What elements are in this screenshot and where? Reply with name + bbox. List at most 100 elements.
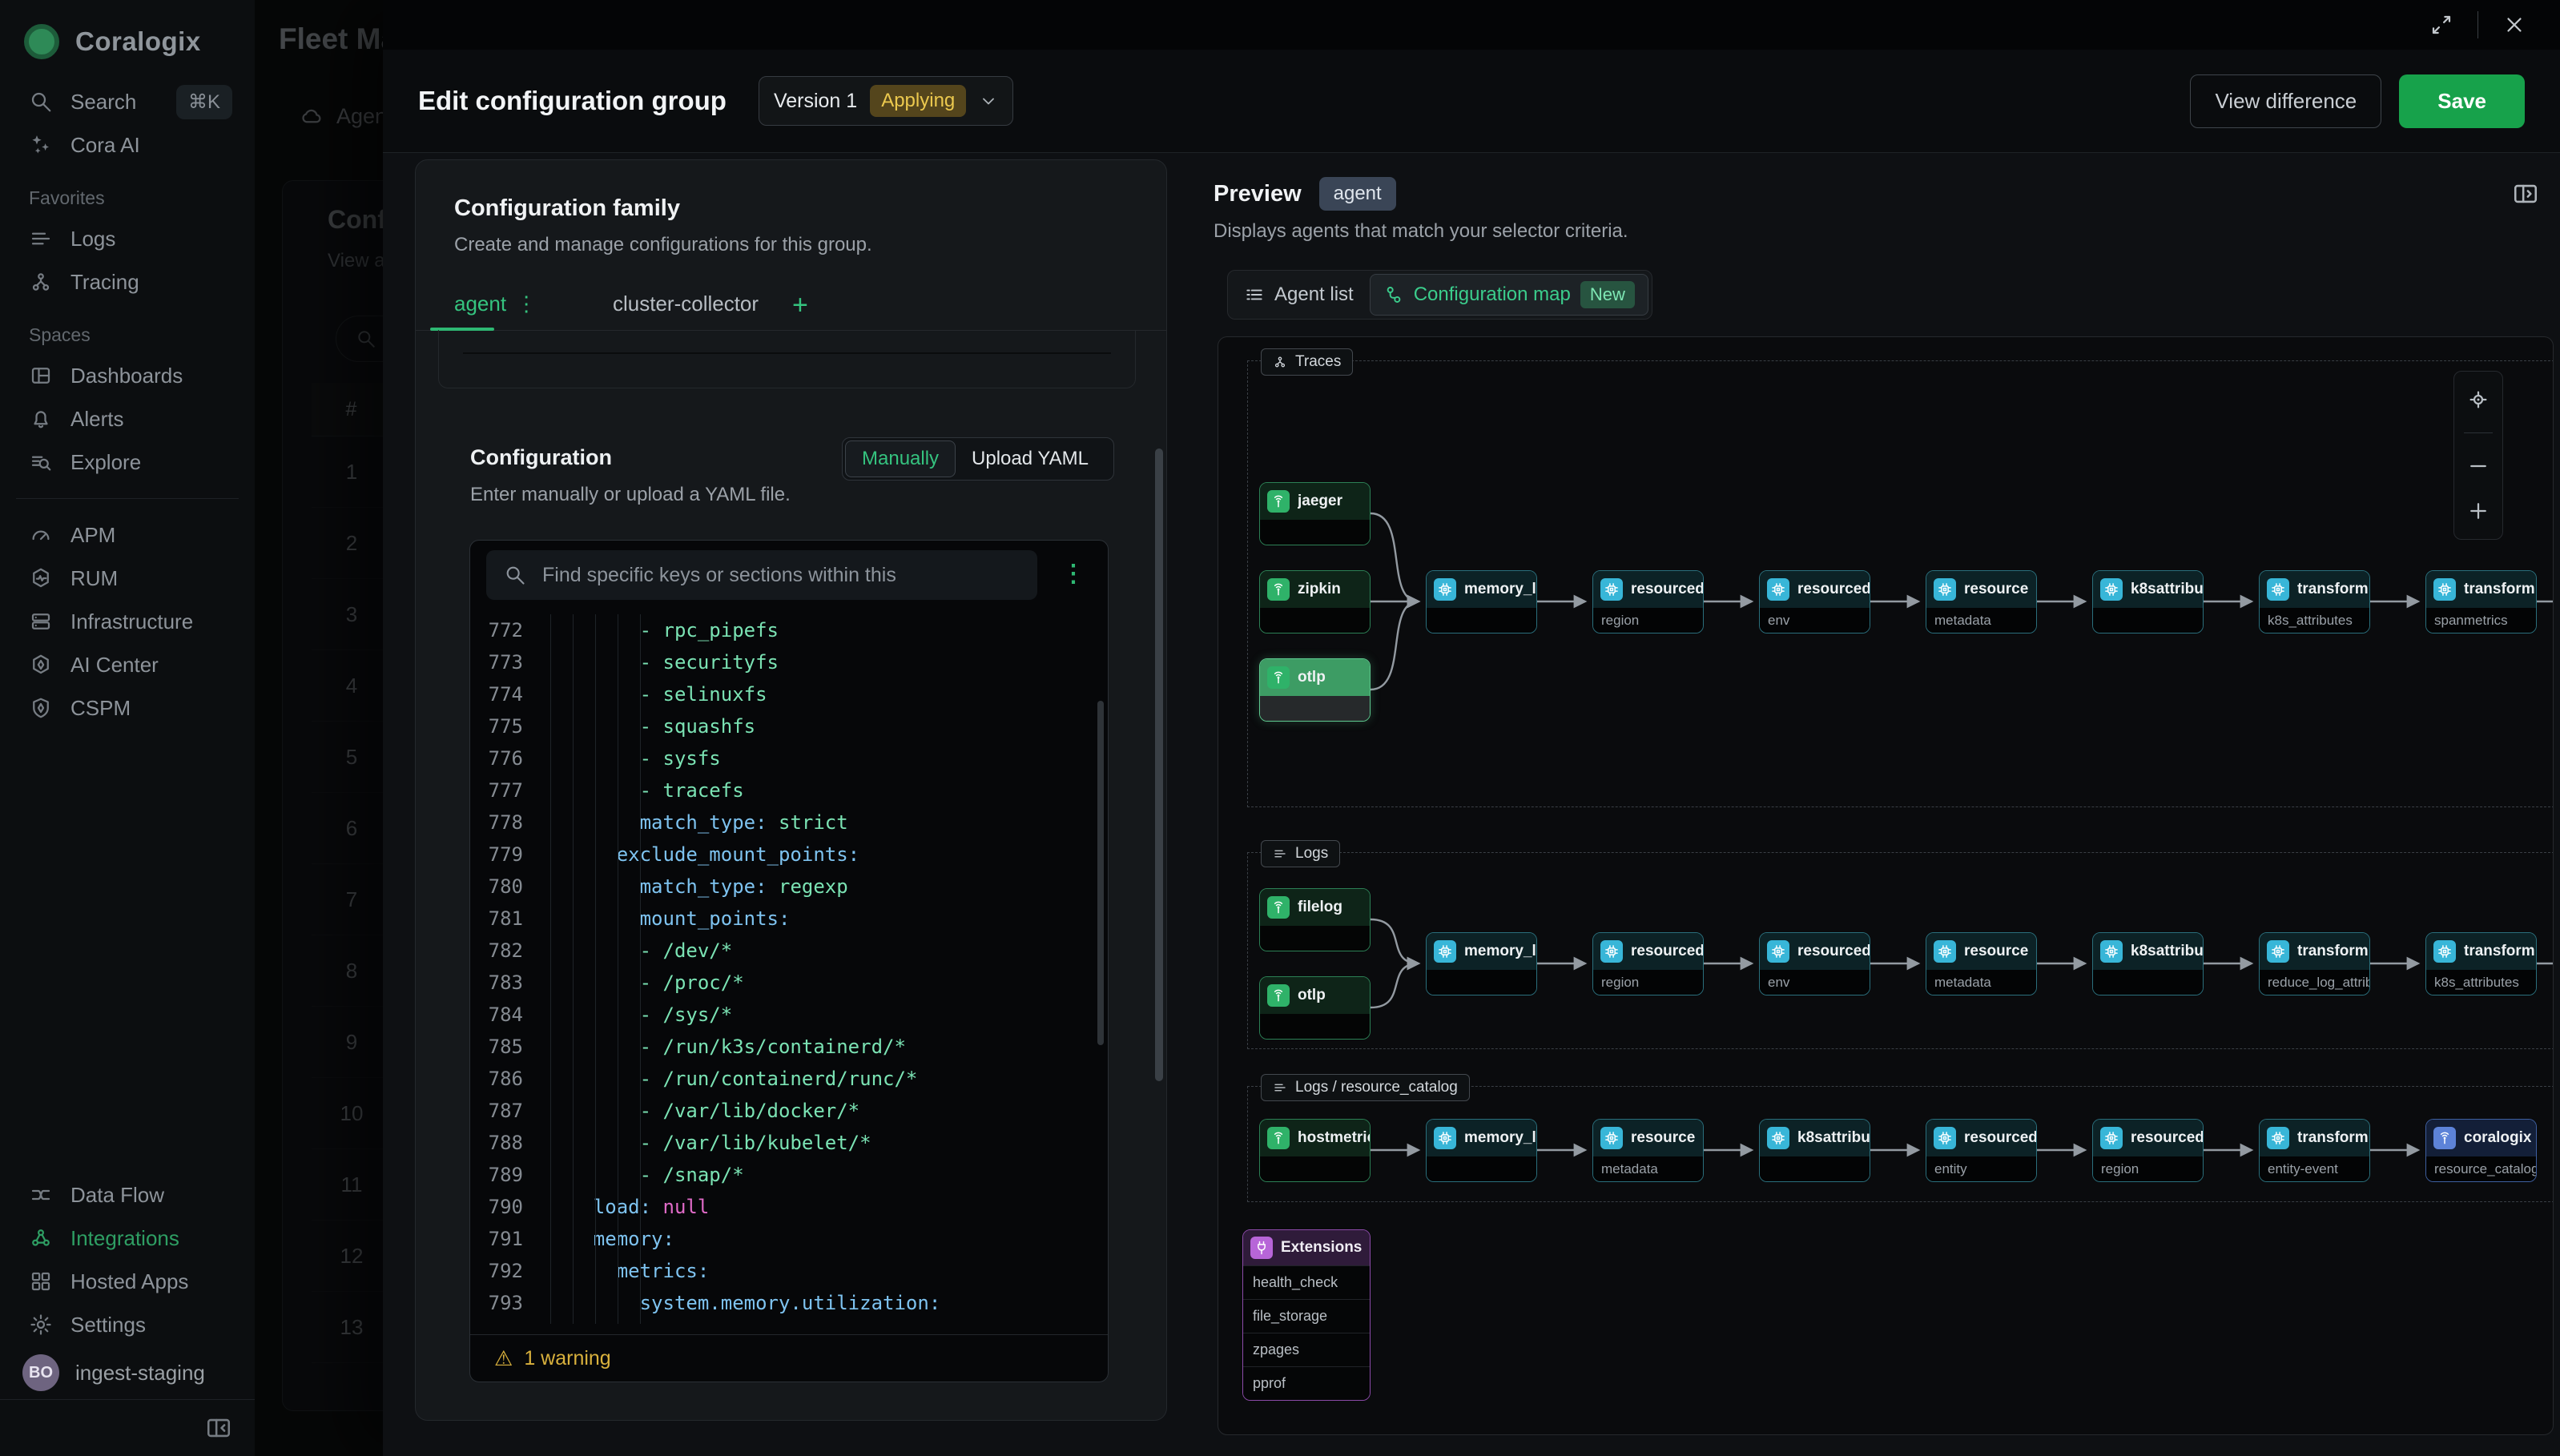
sidebar-item-apm[interactable]: APM bbox=[0, 513, 255, 557]
editor-search-input[interactable] bbox=[541, 563, 1024, 588]
configuration-map-canvas[interactable]: Tracesjaegerzipkinotlpmemory_limiterreso… bbox=[1218, 336, 2554, 1435]
sidebar-item-cspm[interactable]: CSPM bbox=[0, 686, 255, 730]
map-node-resourcedetec[interactable]: resourcedetec...region bbox=[1592, 570, 1704, 633]
map-node-memory_limiter[interactable]: memory_limiter bbox=[1426, 932, 1537, 995]
mode-manually[interactable]: Manually bbox=[845, 440, 956, 477]
map-node-hostmetrics[interactable]: hostmetrics bbox=[1259, 1119, 1371, 1182]
map-node-transform[interactable]: transformspanmetrics bbox=[2425, 570, 2537, 633]
tab-menu-icon[interactable]: ⋮ bbox=[516, 292, 537, 316]
sidebar-item-integrations[interactable]: Integrations bbox=[0, 1217, 255, 1260]
map-node-memory_limiter[interactable]: memory_limiter bbox=[1426, 570, 1537, 633]
extension-item-zpages[interactable]: zpages bbox=[1243, 1333, 1370, 1366]
table-row[interactable]: 12 bbox=[312, 1221, 383, 1292]
code-line[interactable]: 791 memory: bbox=[470, 1223, 1108, 1255]
code-line[interactable]: 781 mount_points: bbox=[470, 903, 1108, 935]
sidebar-item-infrastructure[interactable]: Infrastructure bbox=[0, 600, 255, 643]
code-line[interactable]: 775 - squashfs bbox=[470, 710, 1108, 742]
table-row[interactable]: 2 bbox=[312, 508, 383, 579]
map-node-otlp[interactable]: otlp bbox=[1259, 976, 1371, 1040]
view-difference-button[interactable]: View difference bbox=[2190, 74, 2381, 128]
tab-cluster-collector[interactable]: cluster-collector bbox=[613, 292, 759, 316]
code-line[interactable]: 782 - /dev/* bbox=[470, 935, 1108, 967]
table-row[interactable]: 3 bbox=[312, 579, 383, 650]
account-switcher[interactable]: BO ingest-staging bbox=[0, 1346, 255, 1399]
map-node-memory_limiter[interactable]: memory_limiter bbox=[1426, 1119, 1537, 1182]
editor-scrollbar[interactable] bbox=[1097, 701, 1104, 1045]
map-node-resourcedetec[interactable]: resourcedetec...region bbox=[2092, 1119, 2204, 1182]
map-node-transform[interactable]: transformreduce_log_attribut... bbox=[2259, 932, 2370, 995]
map-node-k8sattributes[interactable]: k8sattributes bbox=[1759, 1119, 1870, 1182]
save-button[interactable]: Save bbox=[2399, 74, 2525, 128]
mode-upload-yaml[interactable]: Upload YAML bbox=[956, 441, 1105, 477]
table-row[interactable]: 7 bbox=[312, 864, 383, 935]
sidebar-item-ai-center[interactable]: AI Center bbox=[0, 643, 255, 686]
open-panel-icon[interactable] bbox=[2512, 180, 2539, 207]
code-line[interactable]: 784 - /sys/* bbox=[470, 999, 1108, 1031]
zoom-in-icon[interactable] bbox=[2466, 499, 2490, 523]
code-line[interactable]: 793 system.memory.utilization: bbox=[470, 1287, 1108, 1319]
extension-item-health_check[interactable]: health_check bbox=[1243, 1265, 1370, 1299]
editor-menu-icon[interactable]: ⋮ bbox=[1061, 560, 1085, 588]
code-line[interactable]: 790 load: null bbox=[470, 1191, 1108, 1223]
map-node-k8sattributes[interactable]: k8sattributes bbox=[2092, 570, 2204, 633]
map-node-k8sattributes[interactable]: k8sattributes bbox=[2092, 932, 2204, 995]
code-line[interactable]: 786 - /run/containerd/runc/* bbox=[470, 1063, 1108, 1095]
code-line[interactable]: 776 - sysfs bbox=[470, 742, 1108, 774]
toggle-configuration-map[interactable]: Configuration map New bbox=[1370, 274, 1648, 316]
map-node-resourcedetec[interactable]: resourcedetec...entity bbox=[1926, 1119, 2037, 1182]
map-node-zipkin[interactable]: zipkin bbox=[1259, 570, 1371, 633]
code-line[interactable]: 772 - rpc_pipefs bbox=[470, 614, 1108, 646]
code-line[interactable]: 778 match_type: strict bbox=[470, 806, 1108, 839]
sidebar-item-explore[interactable]: Explore bbox=[0, 440, 255, 484]
table-row[interactable]: 11 bbox=[312, 1149, 383, 1221]
coralogix-logo[interactable]: Coralogix bbox=[0, 0, 255, 80]
code-line[interactable]: 788 - /var/lib/kubelet/* bbox=[470, 1127, 1108, 1159]
expand-modal-icon[interactable] bbox=[2429, 13, 2453, 37]
table-row[interactable]: 1 bbox=[312, 436, 383, 508]
map-node-coralogix[interactable]: coralogixresource_catalog bbox=[2425, 1119, 2537, 1182]
map-node-otlp[interactable]: otlp bbox=[1259, 658, 1371, 722]
code-line[interactable]: 774 - selinuxfs bbox=[470, 678, 1108, 710]
map-node-transform[interactable]: transformk8s_attributes bbox=[2425, 932, 2537, 995]
code-line[interactable]: 789 - /snap/* bbox=[470, 1159, 1108, 1191]
sidebar-item-tracing[interactable]: Tracing bbox=[0, 260, 255, 304]
extensions-card[interactable]: Extensionshealth_checkfile_storagezpages… bbox=[1242, 1229, 1371, 1401]
table-row[interactable]: 5 bbox=[312, 722, 383, 793]
collapse-sidebar-icon[interactable] bbox=[205, 1414, 232, 1442]
map-node-resourcedetec[interactable]: resourcedetec...region bbox=[1592, 932, 1704, 995]
sidebar-item-dashboards[interactable]: Dashboards bbox=[0, 354, 255, 397]
map-node-transform[interactable]: transformk8s_attributes bbox=[2259, 570, 2370, 633]
table-row[interactable]: 4 bbox=[312, 650, 383, 722]
map-node-resource[interactable]: resourcemetadata bbox=[1926, 570, 2037, 633]
map-node-resource[interactable]: resourcemetadata bbox=[1592, 1119, 1704, 1182]
sidebar-item-hosted-apps[interactable]: Hosted Apps bbox=[0, 1260, 255, 1303]
editor-search[interactable] bbox=[486, 550, 1037, 600]
table-row[interactable]: 6 bbox=[312, 793, 383, 864]
sidebar-item-logs[interactable]: Logs bbox=[0, 217, 255, 260]
table-row[interactable]: 13 bbox=[312, 1292, 383, 1363]
table-row[interactable]: 9 bbox=[312, 1007, 383, 1078]
code-area[interactable]: 772 - rpc_pipefs773 - securityfs774 - se… bbox=[470, 614, 1108, 1324]
map-node-resourcedetec[interactable]: resourcedetec...env bbox=[1759, 932, 1870, 995]
code-line[interactable]: 780 match_type: regexp bbox=[470, 871, 1108, 903]
map-node-jaeger[interactable]: jaeger bbox=[1259, 482, 1371, 545]
tab-agent[interactable]: agent ⋮ bbox=[454, 292, 537, 316]
map-node-resource[interactable]: resourcemetadata bbox=[1926, 932, 2037, 995]
code-line[interactable]: 787 - /var/lib/docker/* bbox=[470, 1095, 1108, 1127]
editor-warning-bar[interactable]: ⚠ 1 warning bbox=[470, 1334, 1108, 1382]
code-line[interactable]: 783 - /proc/* bbox=[470, 967, 1108, 999]
map-node-resourcedetec[interactable]: resourcedetec...env bbox=[1759, 570, 1870, 633]
panel-scrollbar[interactable] bbox=[1155, 448, 1163, 1081]
sidebar-item-search[interactable]: Search ⌘K bbox=[0, 80, 255, 123]
fit-view-icon[interactable] bbox=[2466, 388, 2490, 412]
extension-item-file_storage[interactable]: file_storage bbox=[1243, 1299, 1370, 1333]
sidebar-item-cora-ai[interactable]: Cora AI bbox=[0, 123, 255, 167]
version-dropdown[interactable]: Version 1 Applying bbox=[759, 76, 1013, 126]
table-row[interactable]: 8 bbox=[312, 935, 383, 1007]
toggle-agent-list[interactable]: Agent list bbox=[1231, 277, 1367, 312]
code-line[interactable]: 773 - securityfs bbox=[470, 646, 1108, 678]
table-row[interactable]: 10 bbox=[312, 1078, 383, 1149]
extension-item-pprof[interactable]: pprof bbox=[1243, 1366, 1370, 1400]
sidebar-item-data-flow[interactable]: Data Flow bbox=[0, 1173, 255, 1217]
map-node-filelog[interactable]: filelog bbox=[1259, 888, 1371, 951]
